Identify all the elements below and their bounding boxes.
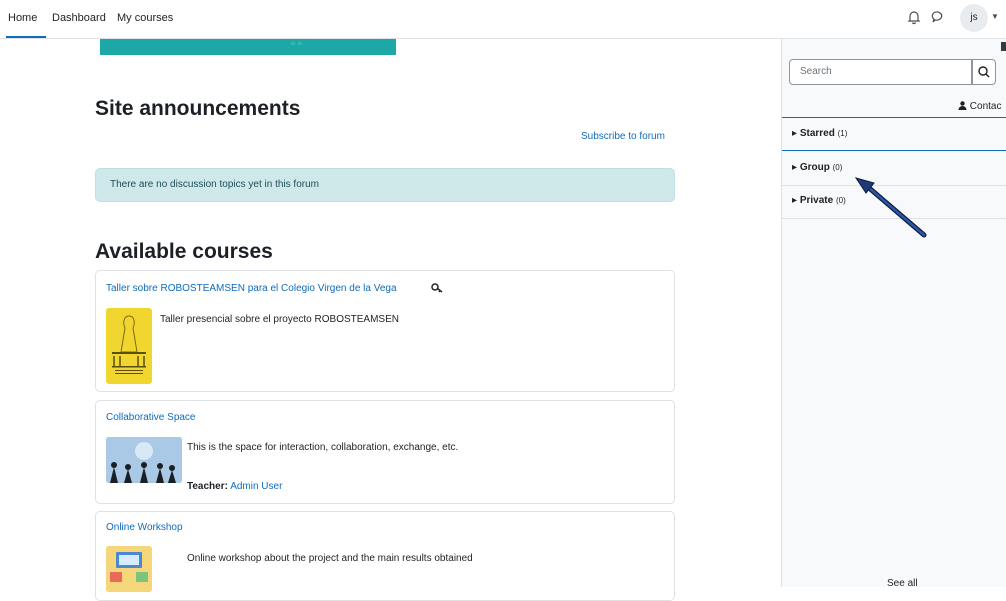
annotation-arrow: [854, 177, 927, 238]
course-card: Collaborative Space This is the space fo…: [95, 400, 675, 504]
course-title-link[interactable]: Online Workshop: [106, 522, 183, 533]
course-thumbnail[interactable]: [106, 437, 182, 483]
contacts-label: Contac: [969, 101, 1002, 112]
course-thumbnail[interactable]: [106, 308, 152, 384]
frontpage-banner-image: [100, 39, 396, 55]
chevron-down-icon[interactable]: ▼: [991, 12, 999, 21]
course-thumbnail[interactable]: [106, 546, 152, 592]
group-label: Starred: [799, 128, 835, 139]
group-label: Private: [799, 195, 834, 206]
key-icon: [431, 283, 443, 293]
course-card: Taller sobre ROBOSTEAMSEN para el Colegi…: [95, 270, 675, 392]
message-search-input[interactable]: Search: [789, 59, 972, 85]
caret-right-icon: ▸: [792, 162, 798, 173]
user-avatar[interactable]: js: [960, 4, 988, 32]
contacts-link[interactable]: Contac: [958, 101, 1001, 112]
search-button[interactable]: [972, 59, 996, 85]
chat-icon[interactable]: [929, 8, 947, 26]
available-courses-heading: Available courses: [95, 240, 273, 263]
group-count: (1): [837, 129, 848, 138]
teacher-label: Teacher:: [187, 481, 228, 492]
teacher-link[interactable]: Admin User: [230, 481, 282, 492]
course-title-link[interactable]: Taller sobre ROBOSTEAMSEN para el Colegi…: [106, 283, 397, 294]
course-summary: This is the space for interaction, colla…: [187, 442, 459, 453]
no-topics-alert: There are no discussion topics yet in th…: [95, 168, 675, 202]
site-announcements-heading: Site announcements: [95, 97, 301, 120]
course-summary: Taller presencial sobre el proyecto ROBO…: [160, 314, 399, 325]
course-summary: Online workshop about the project and th…: [187, 553, 473, 564]
nav-active-indicator: [6, 36, 46, 38]
caret-right-icon: ▸: [792, 195, 798, 206]
search-icon: [978, 66, 990, 78]
user-icon: [958, 101, 967, 110]
conversation-group-starred[interactable]: ▸ Starred (1): [782, 117, 1006, 151]
banner-decoration: ⁘⁘: [290, 41, 304, 48]
subscribe-forum-link[interactable]: Subscribe to forum: [581, 131, 665, 142]
course-teacher: Teacher: Admin User: [187, 481, 282, 492]
nav-home[interactable]: Home: [8, 12, 37, 24]
caret-right-icon: ▸: [792, 128, 798, 139]
course-title-link[interactable]: Collaborative Space: [106, 412, 196, 423]
see-all-link[interactable]: See all: [887, 578, 918, 589]
top-navbar: Home Dashboard My courses js ▼: [0, 0, 1006, 39]
drawer-toggle-handle[interactable]: [1001, 42, 1006, 51]
nav-dashboard[interactable]: Dashboard: [52, 12, 106, 24]
course-card: Online Workshop Online workshop about th…: [95, 511, 675, 601]
nav-my-courses[interactable]: My courses: [117, 12, 173, 24]
group-label: Group: [799, 162, 830, 173]
bell-icon[interactable]: [905, 8, 923, 26]
